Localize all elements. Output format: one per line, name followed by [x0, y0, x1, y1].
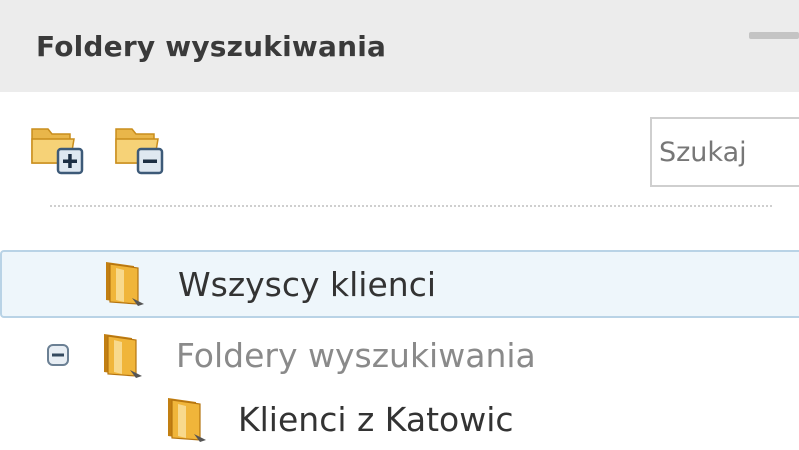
tree-item-label: Wszyscy klienci [178, 265, 437, 304]
folder-icon [106, 262, 144, 306]
tree-item-label: Klienci z Katowic [238, 400, 514, 439]
folder-icon [168, 398, 206, 442]
folder-add-icon [31, 128, 84, 175]
add-folder-button[interactable] [30, 121, 88, 177]
search-input[interactable] [650, 117, 799, 187]
search-folders-panel: Foldery wyszukiwania Wszyscy kli [0, 0, 799, 450]
collapse-icon[interactable] [47, 344, 69, 366]
folder-remove-icon [115, 128, 164, 175]
tree-item-label: Foldery wyszukiwania [176, 336, 536, 375]
remove-folder-button[interactable] [112, 121, 170, 177]
tree-item-katowice-clients[interactable]: Klienci z Katowic [150, 386, 570, 450]
folder-icon [104, 334, 142, 378]
tree-item-search-folders[interactable]: Foldery wyszukiwania [78, 322, 598, 390]
panel-title: Foldery wyszukiwania [36, 30, 387, 63]
minimize-button[interactable] [749, 32, 799, 39]
panel-header: Foldery wyszukiwania [0, 0, 799, 92]
divider [50, 205, 772, 207]
tree-item-all-clients[interactable]: Wszyscy klienci [0, 250, 799, 318]
